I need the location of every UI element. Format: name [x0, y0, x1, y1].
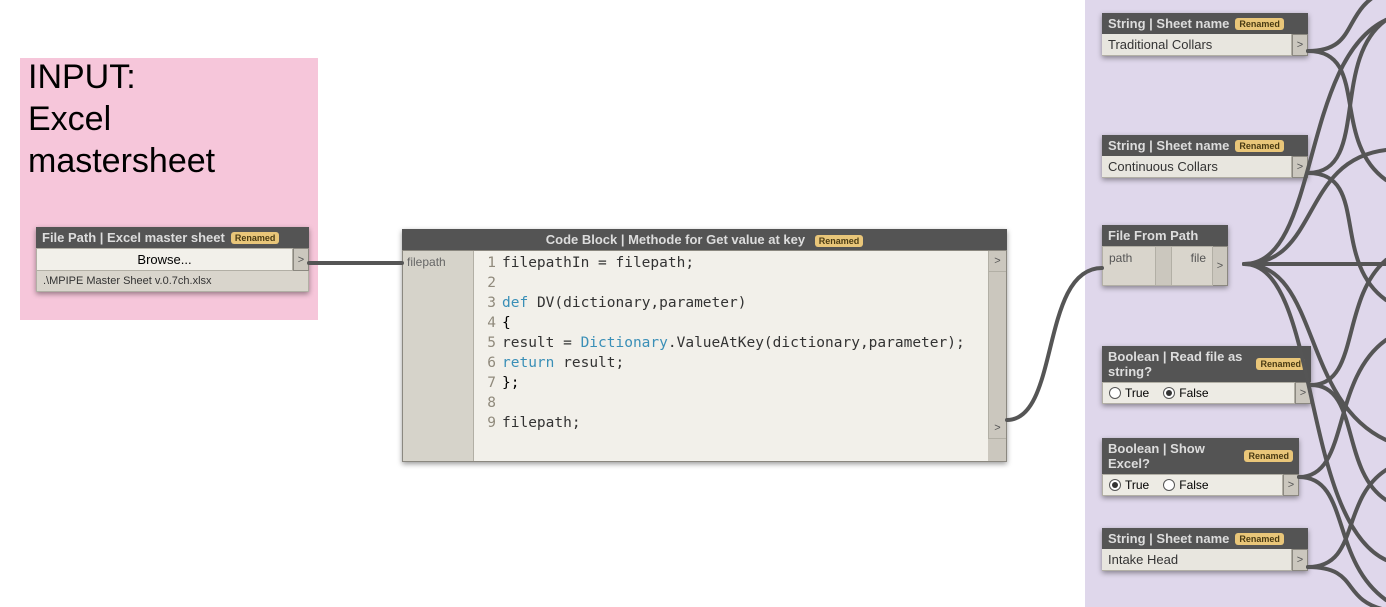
radio-true[interactable]: True — [1109, 386, 1149, 400]
dynamo-graph-canvas[interactable]: INPUT: Excel mastersheet File Path | Exc… — [0, 0, 1386, 607]
boolean-show-excel-node[interactable]: Boolean | Show Excel? Renamed True False… — [1102, 438, 1299, 496]
code-block-header: Code Block | Methode for Get value at ke… — [402, 229, 1007, 250]
file-path-node[interactable]: File Path | Excel master sheet Renamed B… — [36, 227, 309, 292]
radio-false[interactable]: False — [1163, 478, 1208, 492]
code-block-editor[interactable]: 1filepathIn = filepath; 2 3def DV(dictio… — [474, 251, 988, 461]
node-header: String | Sheet name Renamed — [1102, 13, 1308, 34]
renamed-badge: Renamed — [1256, 358, 1305, 370]
code-block-node[interactable]: Code Block | Methode for Get value at ke… — [402, 229, 1007, 462]
code-block-output-1[interactable]: > — [988, 251, 1006, 272]
renamed-badge: Renamed — [1235, 140, 1284, 152]
code-block-input-port[interactable]: filepath — [403, 251, 474, 461]
node-header: String | Sheet name Renamed — [1102, 135, 1308, 156]
output-port[interactable]: > — [1283, 474, 1299, 496]
boolean-read-file-node[interactable]: Boolean | Read file as string? Renamed T… — [1102, 346, 1311, 404]
file-path-value: .\MPIPE Master Sheet v.0.7ch.xlsx — [36, 271, 309, 292]
output-port[interactable]: > — [1295, 382, 1311, 404]
string-sheet-node-2[interactable]: String | Sheet name Renamed Continuous C… — [1102, 135, 1308, 178]
radio-true[interactable]: True — [1109, 478, 1149, 492]
input-port-path[interactable]: path — [1102, 246, 1156, 286]
browse-button[interactable]: Browse... — [36, 248, 293, 271]
node-header: File From Path — [1102, 225, 1228, 246]
node-header: Boolean | Show Excel? Renamed — [1102, 438, 1299, 474]
string-sheet-node-3[interactable]: String | Sheet name Renamed Intake Head … — [1102, 528, 1308, 571]
renamed-badge: Renamed — [1235, 533, 1284, 545]
code-block-output-2[interactable]: > — [988, 418, 1006, 439]
file-from-path-node[interactable]: File From Path path file > — [1102, 225, 1228, 286]
output-port[interactable]: > — [1213, 246, 1228, 286]
node-header: Boolean | Read file as string? Renamed — [1102, 346, 1311, 382]
output-port[interactable]: > — [1292, 549, 1308, 571]
output-port[interactable]: > — [1292, 156, 1308, 178]
renamed-badge: Renamed — [1235, 18, 1284, 30]
renamed-badge: Renamed — [1244, 450, 1293, 462]
right-group-bg — [1085, 0, 1386, 607]
radio-false[interactable]: False — [1163, 386, 1208, 400]
output-label-file: file — [1171, 246, 1213, 286]
string-value[interactable]: Intake Head — [1102, 549, 1292, 571]
file-path-output-port[interactable]: > — [293, 248, 309, 271]
string-value[interactable]: Continuous Collars — [1102, 156, 1292, 178]
renamed-badge: Renamed — [231, 232, 280, 244]
string-sheet-node-1[interactable]: String | Sheet name Renamed Traditional … — [1102, 13, 1308, 56]
input-group-title: INPUT: Excel mastersheet — [28, 56, 215, 182]
node-header: String | Sheet name Renamed — [1102, 528, 1308, 549]
string-value[interactable]: Traditional Collars — [1102, 34, 1292, 56]
file-path-header: File Path | Excel master sheet Renamed — [36, 227, 309, 248]
output-port[interactable]: > — [1292, 34, 1308, 56]
renamed-badge: Renamed — [815, 235, 864, 247]
